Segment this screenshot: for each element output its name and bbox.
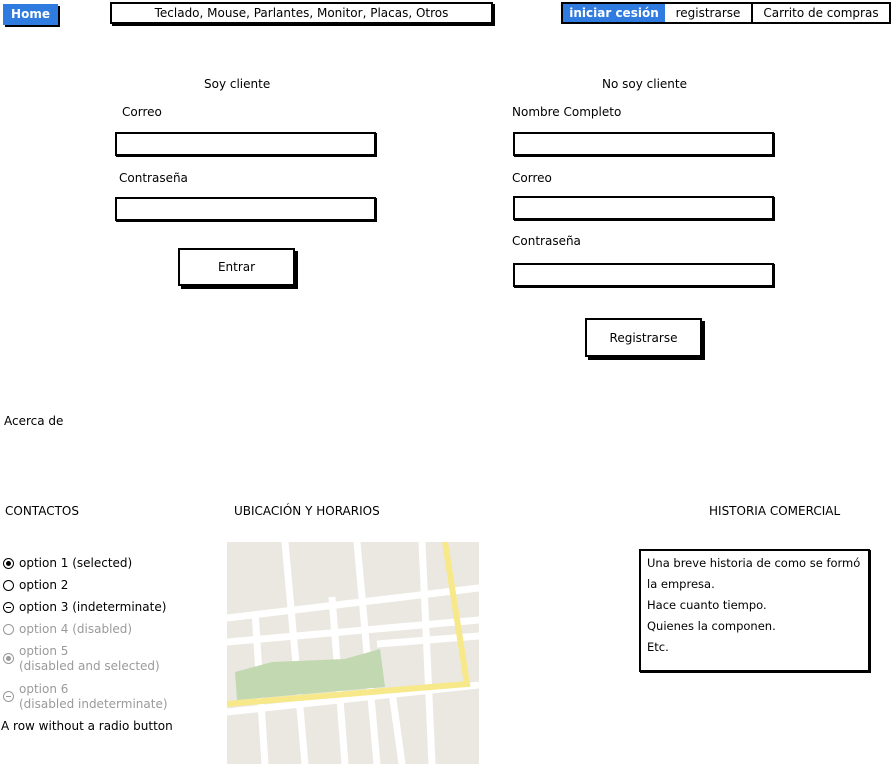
radio-label: option 3 (indeterminate) xyxy=(19,600,167,614)
radio-disabled-indeterminate-icon xyxy=(3,691,14,702)
history-box: Una breve historia de como se formó la e… xyxy=(639,549,870,672)
radio-label: option 6 (disabled indeterminate) xyxy=(19,682,168,712)
radio-selected-icon[interactable] xyxy=(3,558,14,569)
radio-label: option 1 (selected) xyxy=(19,556,133,570)
radio-option-6: option 6 (disabled indeterminate) xyxy=(3,682,203,720)
radio-label-sub: (disabled and selected) xyxy=(19,659,160,673)
account-menu: iniciar cesión registrarse Carrito de co… xyxy=(561,2,891,24)
client-password-label: Contraseña xyxy=(119,171,188,185)
login-submit-button[interactable]: Entrar xyxy=(178,248,295,286)
new-password-label: Contraseña xyxy=(512,234,581,248)
radio-indeterminate-icon[interactable] xyxy=(3,602,14,613)
history-line: Etc. xyxy=(647,640,669,654)
radio-option-2[interactable]: option 2 xyxy=(3,578,203,600)
register-link[interactable]: registrarse xyxy=(665,4,753,22)
radio-option-5: option 5 (disabled and selected) xyxy=(3,644,203,682)
radio-disabled-icon xyxy=(3,624,14,635)
location-map[interactable] xyxy=(227,542,479,764)
categories-bar[interactable]: Teclado, Mouse, Parlantes, Monitor, Plac… xyxy=(110,2,493,24)
client-email-label: Correo xyxy=(122,105,162,119)
location-heading: UBICACIÓN Y HORARIOS xyxy=(234,504,380,518)
new-email-label: Correo xyxy=(512,171,552,185)
about-link[interactable]: Acerca de xyxy=(4,414,63,428)
client-password-input[interactable] xyxy=(115,197,376,221)
radio-option-3[interactable]: option 3 (indeterminate) xyxy=(3,600,203,622)
radio-label: option 5 (disabled and selected) xyxy=(19,644,160,674)
new-password-input[interactable] xyxy=(513,263,774,287)
no-radio-row: A row without a radio button xyxy=(1,719,173,733)
cart-link[interactable]: Carrito de compras xyxy=(753,4,889,22)
full-name-label: Nombre Completo xyxy=(512,105,622,119)
radio-label-sub: (disabled indeterminate) xyxy=(19,697,168,711)
history-line: Quienes la componen. xyxy=(647,619,776,633)
contacts-heading: CONTACTOS xyxy=(5,504,79,518)
radio-disabled-selected-icon xyxy=(3,653,14,664)
radio-label: option 2 xyxy=(19,578,69,592)
new-client-heading: No soy cliente xyxy=(602,77,687,91)
history-line: Una breve historia de como se formó xyxy=(647,556,861,570)
home-button[interactable]: Home xyxy=(3,4,58,25)
radio-label: option 4 (disabled) xyxy=(19,622,133,636)
radio-label-main: option 5 xyxy=(19,644,69,658)
login-button[interactable]: iniciar cesión xyxy=(563,4,665,22)
client-email-input[interactable] xyxy=(115,132,376,156)
radio-empty-icon[interactable] xyxy=(3,580,14,591)
new-email-input[interactable] xyxy=(513,196,774,220)
radio-option-1[interactable]: option 1 (selected) xyxy=(3,556,203,578)
history-line: la empresa. xyxy=(647,577,715,591)
history-heading: HISTORIA COMERCIAL xyxy=(709,504,841,518)
register-submit-button[interactable]: Registrarse xyxy=(585,318,702,357)
radio-option-4: option 4 (disabled) xyxy=(3,622,203,644)
client-heading: Soy cliente xyxy=(204,77,271,91)
history-line: Hace cuanto tiempo. xyxy=(647,598,767,612)
full-name-input[interactable] xyxy=(513,132,774,156)
contacts-radio-group: option 1 (selected) option 2 option 3 (i… xyxy=(3,556,203,720)
radio-label-main: option 6 xyxy=(19,682,69,696)
map-graphic xyxy=(227,542,479,764)
